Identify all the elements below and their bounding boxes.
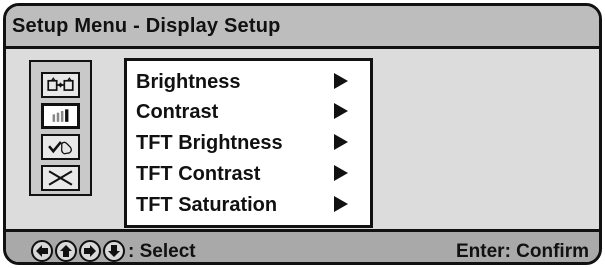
triangle-right-icon — [334, 73, 348, 89]
select-hint: : Select — [128, 241, 196, 262]
menu-item-label: TFT Saturation — [136, 194, 278, 216]
page-title: Setup Menu - Display Setup — [12, 15, 281, 37]
level-bars-icon[interactable] — [41, 103, 80, 129]
triangle-right-icon — [334, 134, 348, 150]
menu-item-label: Contrast — [136, 101, 219, 123]
triangle-right-icon — [334, 196, 348, 212]
menu-item-brightness[interactable]: Brightness — [136, 68, 366, 98]
menu-item-label: TFT Contrast — [136, 163, 261, 185]
display-input-icon[interactable] — [41, 72, 80, 98]
menu-item-label: TFT Brightness — [136, 132, 283, 154]
triangle-right-icon — [334, 165, 348, 181]
title-bar: Setup Menu - Display Setup — [6, 6, 599, 49]
menu-item-contrast[interactable]: Contrast — [136, 98, 366, 128]
display-setup-menu: Brightness Contrast TFT Brightness TFT C… — [124, 58, 373, 228]
osd-screen: Setup Menu - Display Setup Brightness Co… — [3, 3, 602, 265]
menu-item-tft-saturation[interactable]: TFT Saturation — [136, 191, 366, 221]
arrow-left-icon — [31, 240, 53, 262]
arrow-right-icon — [79, 240, 101, 262]
setup-panel: Brightness Contrast TFT Brightness TFT C… — [6, 49, 599, 229]
close-icon[interactable] — [41, 165, 80, 191]
confirm-hint: Enter: Confirm — [456, 241, 589, 262]
triangle-right-icon — [334, 103, 348, 119]
arrow-up-icon — [55, 240, 77, 262]
menu-item-tft-contrast[interactable]: TFT Contrast — [136, 160, 366, 190]
check-hand-icon[interactable] — [41, 134, 80, 160]
category-icon-column — [29, 60, 92, 196]
arrow-down-icon — [103, 240, 125, 262]
footer-bar: : Select Enter: Confirm — [6, 229, 599, 262]
menu-item-label: Brightness — [136, 71, 241, 93]
menu-item-tft-brightness[interactable]: TFT Brightness — [136, 129, 366, 159]
